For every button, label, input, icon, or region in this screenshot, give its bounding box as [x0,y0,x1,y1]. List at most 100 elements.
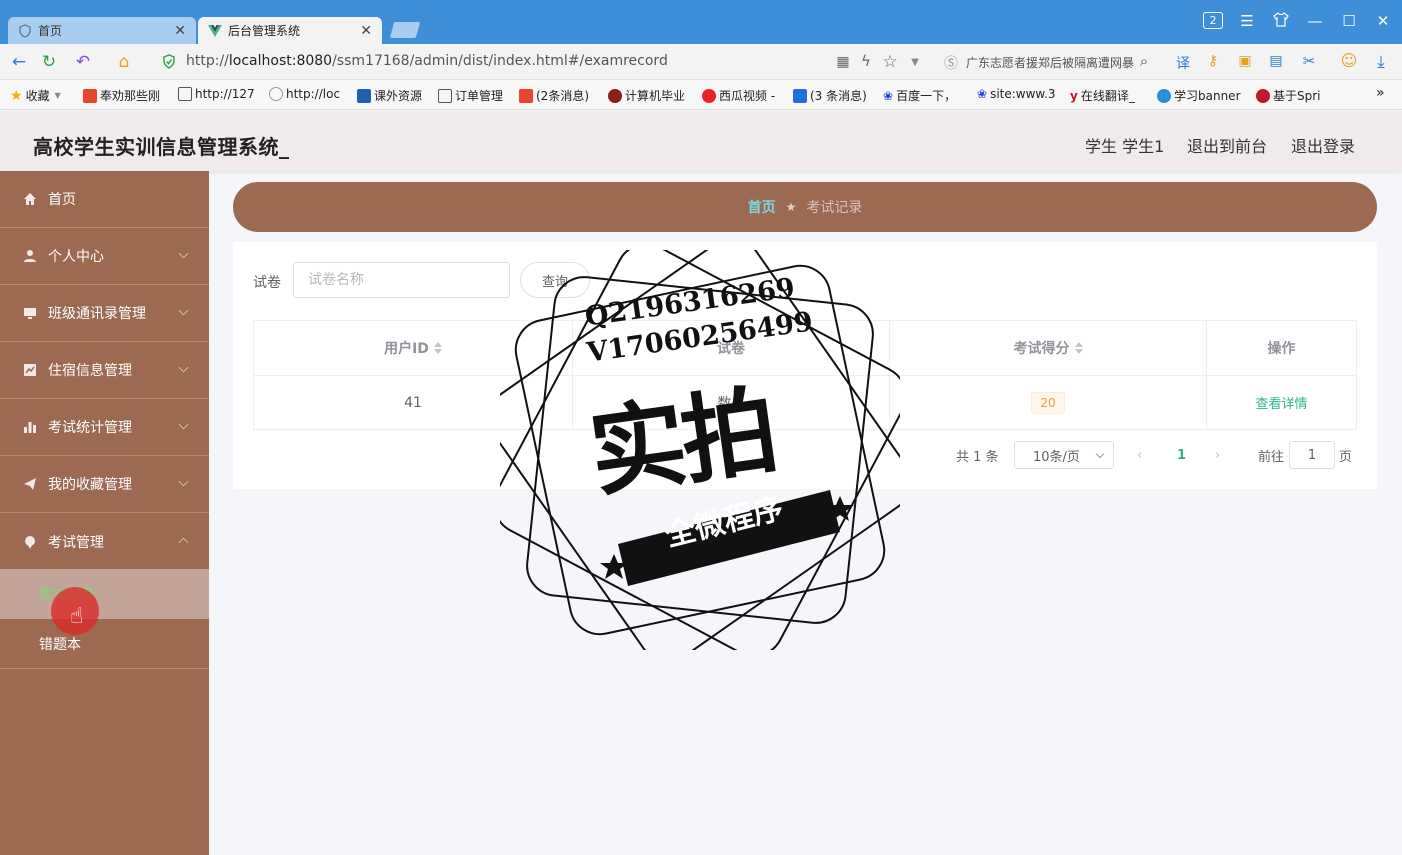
url-field[interactable]: http://localhost:8080/ssm17168/admin/dis… [186,53,668,69]
star-icon: ★ [10,87,23,104]
bookmark-item[interactable]: ❀ site:www.3 [977,87,1056,101]
close-icon[interactable]: ✕ [360,23,372,39]
menu-icon[interactable]: ☰ [1237,12,1257,30]
sidebar-item-home[interactable]: 首页 [0,171,209,228]
bookmark-label: site:www.3 [990,87,1056,101]
home-icon[interactable]: ⌂ [113,52,135,72]
home-icon [22,191,38,207]
sidebar-item-favorites[interactable]: 我的收藏管理 [0,456,209,513]
search-icon[interactable]: ⌕ [1133,52,1155,70]
sidebar-item-dorm[interactable]: 住宿信息管理 [0,342,209,399]
view-detail-link[interactable]: 查看详情 [1255,393,1307,412]
chevron-down-icon[interactable]: ▼ [904,57,926,68]
browser-tab-admin[interactable]: 后台管理系统 ✕ [198,17,382,44]
bookmark-item[interactable]: ❀ 百度一下， [883,87,956,104]
bookmark-item[interactable]: y 在线翻译_ [1070,87,1135,104]
logout-link[interactable]: 退出登录 [1291,133,1355,157]
bookmark-item[interactable]: 课外资源 [357,87,422,104]
sidebar-item-exam-stats[interactable]: 考试统计管理 [0,399,209,456]
shield-icon [18,23,32,38]
chevron-down-icon [178,476,189,487]
window-count-badge[interactable]: 2 [1203,12,1223,29]
url-path: /ssm17168/admin/dist/index.html#/examrec… [332,53,668,69]
close-icon[interactable]: ✕ [174,23,186,39]
more-bookmarks-icon[interactable]: » [1376,85,1385,101]
csdn-icon [519,88,533,103]
goto-label: 前往 [1258,449,1285,465]
pin-icon [22,534,38,550]
bookmark-label: http://127 [195,87,255,101]
bookmark-item[interactable]: 基于Spri [1256,87,1321,104]
star-icon[interactable]: ☆ [879,52,901,72]
bookmark-item[interactable]: (2条消息) [519,87,589,104]
bookmark-label: 计算机毕业 [625,89,686,103]
bookmark-item[interactable]: 西瓜视频 - [702,87,775,104]
maximize-icon[interactable]: ☐ [1339,12,1359,30]
page-size-select[interactable]: 10条/页 [1014,441,1114,469]
column-label: 用户ID [384,341,429,357]
undo-icon[interactable]: ↶ [72,52,94,72]
back-to-front-link[interactable]: 退出到前台 [1187,133,1267,157]
paper-search-input[interactable] [293,262,510,298]
sort-icon[interactable] [1074,342,1083,354]
download-icon[interactable]: ⤓ [1370,52,1392,72]
bookmark-favorites[interactable]: ★ 收藏 ▼ [10,87,61,104]
sort-icon[interactable] [433,342,442,354]
smiley-icon[interactable]: ☺ [1338,51,1360,70]
user-icon [22,248,38,264]
sidebar-item-label: 我的收藏管理 [48,477,132,493]
column-actions: 操作 [1207,321,1356,375]
bookmarks-bar: ★ 收藏 ▼ 奉劝那些刚 http://127 http://loc 课外资源 订单… [0,80,1402,110]
sidebar-item-label: 考试统计管理 [48,420,132,436]
youdao-icon: y [1070,88,1078,103]
bookmark-label: 基于Spri [1273,89,1321,103]
video-icon [702,88,716,103]
zhihu-icon [793,88,807,103]
goto-page-input[interactable] [1289,441,1335,469]
extension-icon[interactable]: ▣ [1234,53,1256,69]
new-tab-button[interactable] [389,22,421,38]
pagination-total: 共 1 条 [956,449,999,465]
sidebar-item-class-contacts[interactable]: 班级通讯录管理 [0,285,209,342]
browser-tab-home[interactable]: 首页 ✕ [8,17,196,44]
sidebar-item-label: 个人中心 [48,249,104,265]
chevron-up-icon [178,537,189,548]
translate-icon[interactable]: 译 [1172,53,1194,73]
close-window-icon[interactable]: ✕ [1373,12,1393,30]
bookmark-label: 学习banner [1174,89,1241,103]
score-tag: 20 [1031,391,1065,414]
sidebar-item-exam-management[interactable]: 考试管理 [0,513,209,570]
screen-icon[interactable]: ▤ [1265,53,1287,69]
bookmark-item[interactable]: (3 条消息) [793,87,867,104]
next-page-icon[interactable]: › [1215,441,1220,469]
bookmark-item[interactable]: 计算机毕业 [608,87,685,104]
baidu-paw-icon: ❀ [883,88,894,103]
prev-page-icon[interactable]: ‹ [1137,441,1142,469]
sidebar-subitem-wrong-answers[interactable]: 错题本 [0,619,209,669]
browser-search-input[interactable]: 广东志愿者援郑后被隔离遭网暴 [966,54,1134,71]
refresh-icon[interactable]: ↻ [38,52,60,72]
bookmark-label: 在线翻译_ [1080,89,1135,103]
breadcrumb-home[interactable]: 首页 [748,197,776,217]
skin-icon[interactable] [1271,12,1291,31]
lightning-icon[interactable]: ϟ [855,52,877,70]
star-separator-icon: ★ [785,200,797,214]
column-score[interactable]: 考试得分 [890,321,1207,375]
bookmark-item[interactable]: 学习banner [1157,87,1241,104]
bookmark-item[interactable]: http://127 [178,87,255,101]
bookmark-label: (3 条消息) [810,89,867,103]
sidebar-subitem-exam-records[interactable]: 考试记录 [0,569,209,619]
bookmark-item[interactable]: 订单管理 [438,87,503,104]
csdn-icon [83,88,97,103]
key-icon[interactable]: ⚷ [1202,53,1224,69]
bookmark-item[interactable]: 奉劝那些刚 [83,87,160,104]
scissors-icon[interactable]: ✂ [1298,52,1320,70]
qr-code-icon[interactable]: ▦ [832,54,854,70]
bookmark-item[interactable]: http://loc [269,87,340,101]
bookmark-label: 奉劝那些刚 [100,89,161,103]
current-user: 学生 学生1 [1085,137,1165,156]
minimize-icon[interactable]: — [1305,12,1325,30]
back-icon[interactable]: ← [8,52,30,72]
page-number-current[interactable]: 1 [1177,441,1186,469]
sidebar-item-profile[interactable]: 个人中心 [0,228,209,285]
